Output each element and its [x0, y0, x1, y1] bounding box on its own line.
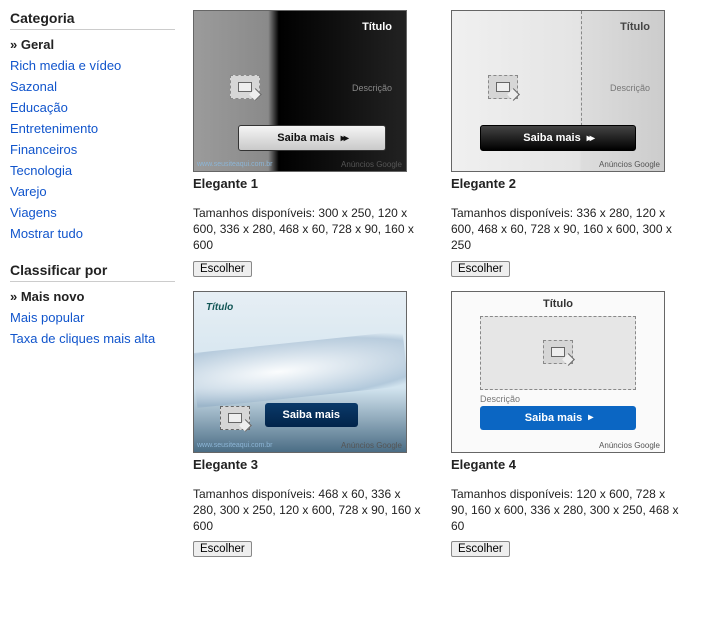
preview-description: Descrição	[610, 83, 650, 93]
preview-title: Título	[620, 21, 650, 33]
sidebar: Categoria » Geral Rich media e vídeo Saz…	[10, 10, 175, 557]
preview-description: Descrição	[480, 394, 520, 404]
preview-cta-label: Saiba mais	[277, 132, 334, 144]
sidebar-category-item[interactable]: Sazonal	[10, 76, 175, 97]
template-card: Título Saiba mais www.seusiteaqui.com.br…	[193, 291, 421, 558]
template-name: Elegante 3	[193, 457, 421, 472]
wave-graphic	[193, 331, 407, 408]
sidebar-category-selected: » Geral	[10, 34, 175, 55]
image-placeholder-icon	[220, 406, 250, 430]
sidebar-category-item[interactable]: Viagens	[10, 202, 175, 223]
template-name: Elegante 2	[451, 176, 679, 191]
template-sizes: Tamanhos disponíveis: 120 x 600, 728 x 9…	[451, 486, 679, 535]
preview-cta-button: Saiba mais ▸	[480, 406, 636, 430]
sidebar-category-item[interactable]: Rich media e vídeo	[10, 55, 175, 76]
template-card: Título Descrição Saiba mais ▸▸ www.seusi…	[193, 10, 421, 277]
preview-cta-button: Saiba mais ▸▸	[238, 125, 386, 151]
preview-brand: Anúncios Google	[341, 160, 402, 169]
sidebar-category-item[interactable]: Mostrar tudo	[10, 223, 175, 244]
sidebar-category-item[interactable]: Educação	[10, 97, 175, 118]
sidebar-sort-item[interactable]: Mais popular	[10, 307, 175, 328]
image-placeholder-icon	[230, 75, 260, 99]
sidebar-category-item[interactable]: Varejo	[10, 181, 175, 202]
preview-brand: Anúncios Google	[599, 160, 660, 169]
preview-cta-button: Saiba mais ▸▸	[480, 125, 636, 151]
sidebar-sort-item[interactable]: Taxa de cliques mais alta	[10, 328, 175, 349]
preview-title: Título	[543, 298, 573, 310]
choose-button[interactable]: Escolher	[193, 261, 252, 277]
preview-cta-label: Saiba mais	[283, 409, 340, 421]
template-grid: Título Descrição Saiba mais ▸▸ www.seusi…	[193, 10, 692, 557]
template-sizes: Tamanhos disponíveis: 300 x 250, 120 x 6…	[193, 205, 421, 254]
template-sizes: Tamanhos disponíveis: 468 x 60, 336 x 28…	[193, 486, 421, 535]
sort-heading: Classificar por	[10, 262, 175, 282]
template-sizes: Tamanhos disponíveis: 336 x 280, 120 x 6…	[451, 205, 679, 254]
preview-brand: Anúncios Google	[599, 441, 660, 450]
sidebar-sort-selected: » Mais novo	[10, 286, 175, 307]
template-name: Elegante 1	[193, 176, 421, 191]
preview-cta-button: Saiba mais	[265, 403, 358, 427]
image-placeholder-icon	[543, 340, 573, 364]
preview-cta-label: Saiba mais	[525, 412, 582, 424]
preview-title: Título	[362, 21, 392, 33]
choose-button[interactable]: Escolher	[451, 541, 510, 557]
preview-cta-label: Saiba mais	[523, 132, 580, 144]
preview-description: Descrição	[352, 83, 392, 93]
arrow-right-icon: ▸▸	[341, 133, 347, 144]
template-preview[interactable]: Título Descrição Saiba mais ▸▸ Anúncios …	[451, 10, 665, 172]
arrow-right-icon: ▸	[588, 412, 591, 423]
sidebar-category-item[interactable]: Financeiros	[10, 139, 175, 160]
template-preview[interactable]: Título Descrição Saiba mais ▸▸ www.seusi…	[193, 10, 407, 172]
preview-url: www.seusiteaqui.com.br	[197, 442, 272, 449]
choose-button[interactable]: Escolher	[451, 261, 510, 277]
template-card: Título Descrição Saiba mais ▸▸ Anúncios …	[451, 10, 679, 277]
sidebar-category-item[interactable]: Entretenimento	[10, 118, 175, 139]
template-preview[interactable]: Título Descrição Saiba mais ▸ Anúncios G…	[451, 291, 665, 453]
template-card: Título Descrição Saiba mais ▸ Anúncios G…	[451, 291, 679, 558]
preview-title: Título	[206, 302, 233, 313]
image-placeholder-icon	[488, 75, 518, 99]
choose-button[interactable]: Escolher	[193, 541, 252, 557]
preview-brand: Anúncios Google	[341, 441, 402, 450]
sidebar-category-item[interactable]: Tecnologia	[10, 160, 175, 181]
preview-url: www.seusiteaqui.com.br	[197, 161, 272, 168]
template-preview[interactable]: Título Saiba mais www.seusiteaqui.com.br…	[193, 291, 407, 453]
category-heading: Categoria	[10, 10, 175, 30]
arrow-right-icon: ▸▸	[587, 133, 593, 144]
template-name: Elegante 4	[451, 457, 679, 472]
